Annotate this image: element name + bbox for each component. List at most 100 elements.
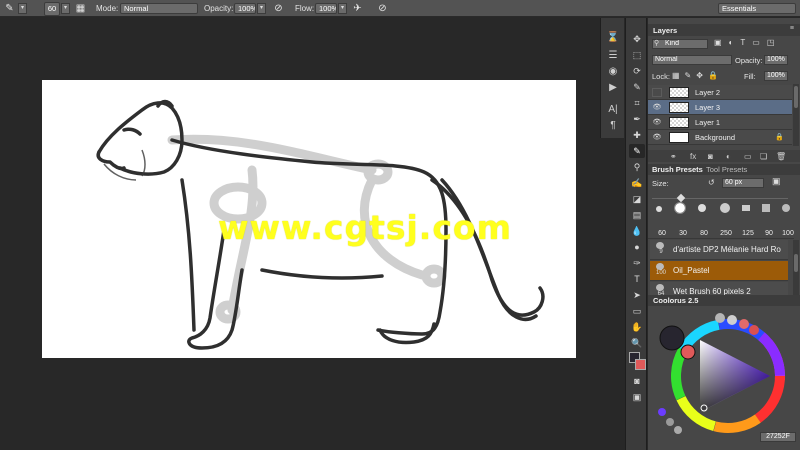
clone-stamp-tool-icon[interactable]: ⚲ bbox=[629, 160, 645, 174]
brush-panel-toggle-icon[interactable]: ▦ bbox=[74, 2, 87, 15]
layers-panel-header: Layers ≡ bbox=[648, 24, 800, 36]
brush-tip-size-label[interactable]: 30 bbox=[672, 230, 694, 237]
character-panel-icon[interactable]: A| bbox=[605, 102, 621, 117]
blur-tool-icon[interactable]: 💧 bbox=[629, 224, 645, 238]
new-layer-icon[interactable]: ❏ bbox=[760, 152, 767, 161]
group-icon[interactable]: ▭ bbox=[744, 152, 752, 161]
visibility-eye-icon[interactable]: 👁 bbox=[652, 133, 662, 142]
quick-select-tool-icon[interactable]: ✎ bbox=[629, 80, 645, 94]
mode-select[interactable]: Normal bbox=[120, 3, 198, 14]
tool-preset-dropdown[interactable]: ▾ bbox=[18, 3, 27, 14]
layers-tab[interactable]: Layers bbox=[653, 25, 677, 36]
brush-tool-icon[interactable]: ✎ bbox=[3, 2, 16, 15]
brush-size-picker[interactable]: 60 bbox=[44, 2, 60, 16]
brush-size-slider[interactable] bbox=[652, 191, 788, 203]
workspace-switcher[interactable]: Essentials bbox=[718, 3, 796, 14]
layer-row[interactable]: 👁 Layer 3 bbox=[648, 100, 792, 115]
layer-style-icon[interactable]: fx bbox=[690, 152, 696, 161]
brush-presets-tab[interactable]: Brush Presets bbox=[652, 164, 703, 175]
brush-tip-size-labels: 60 30 80 250 125 90 100 bbox=[648, 18, 800, 237]
layer-row[interactable]: Layer 2 bbox=[648, 85, 792, 100]
collapsed-panel-dock: ⌛ ☰ ◉ ▶ A| ¶ bbox=[600, 18, 624, 138]
new-preset-icon[interactable]: ▣ bbox=[772, 176, 786, 188]
eraser-tool-icon[interactable]: ◪ bbox=[629, 192, 645, 206]
layer-thumbnail bbox=[669, 132, 689, 143]
layer-name: Layer 3 bbox=[695, 103, 721, 112]
crop-tool-icon[interactable]: ⌗ bbox=[629, 96, 645, 110]
layer-filter-icons[interactable]: ▣◐T▭◳ bbox=[714, 38, 781, 47]
dodge-tool-icon[interactable]: ● bbox=[629, 240, 645, 254]
shape-tool-icon[interactable]: ▭ bbox=[629, 304, 645, 318]
tool-presets-tab[interactable]: Tool Presets bbox=[706, 164, 747, 175]
history-brush-tool-icon[interactable]: ✍ bbox=[629, 176, 645, 190]
opacity-input[interactable]: 100% bbox=[234, 3, 256, 14]
reset-size-icon[interactable]: ↺ bbox=[708, 178, 715, 187]
add-mask-icon[interactable]: ◙ bbox=[708, 152, 713, 161]
brush-preset-size: 9 bbox=[659, 249, 663, 255]
presets-scrollbar[interactable] bbox=[793, 240, 799, 302]
move-tool-icon[interactable]: ✥ bbox=[629, 32, 645, 46]
brush-tip-size-label[interactable]: 250 bbox=[715, 230, 737, 237]
brush-tip-previews bbox=[648, 200, 794, 228]
brush-picker-dropdown[interactable]: ▾ bbox=[61, 3, 70, 14]
color-wheel[interactable] bbox=[648, 308, 800, 450]
healing-tool-icon[interactable]: ✚ bbox=[629, 128, 645, 142]
pressure-size-icon[interactable]: ⊘ bbox=[376, 2, 389, 15]
brush-preset-item[interactable]: 9 d'artiste DP2 Mélanie Hard Ro bbox=[650, 240, 788, 260]
layers-scrollbar[interactable] bbox=[793, 84, 799, 146]
lock-options-icons[interactable]: ▦✎✥🔒 bbox=[672, 71, 723, 80]
layer-row[interactable]: 👁 Background 🔒 bbox=[648, 130, 792, 145]
link-layers-icon[interactable]: ⚭ bbox=[670, 152, 677, 161]
history-panel-icon[interactable]: ⌛ bbox=[605, 30, 621, 45]
lasso-tool-icon[interactable]: ⟳ bbox=[629, 64, 645, 78]
type-tool-icon[interactable]: T bbox=[629, 272, 645, 286]
mode-label: Mode: bbox=[96, 4, 119, 13]
marquee-tool-icon[interactable]: ⬚ bbox=[629, 48, 645, 62]
gradient-tool-icon[interactable]: ▤ bbox=[629, 208, 645, 222]
brush-tip-size-label[interactable]: 125 bbox=[737, 230, 759, 237]
hand-tool-icon[interactable]: ✋ bbox=[629, 320, 645, 334]
zoom-tool-icon[interactable]: 🔍 bbox=[629, 336, 645, 350]
background-color-swatch[interactable] bbox=[635, 359, 646, 370]
airbrush-icon[interactable]: ✈ bbox=[351, 2, 364, 15]
layer-opacity-input[interactable]: 100% bbox=[764, 55, 788, 65]
brush-tip-size-label[interactable]: 80 bbox=[693, 230, 715, 237]
panel-menu-icon[interactable]: ≡ bbox=[790, 25, 794, 32]
hex-input[interactable]: 27252F bbox=[760, 432, 796, 442]
fill-input[interactable]: 100% bbox=[764, 71, 788, 81]
properties-panel-icon[interactable]: ☰ bbox=[605, 48, 621, 63]
brush-size-input[interactable]: 60 px bbox=[722, 178, 764, 188]
brush-tip-size-label[interactable]: 100 bbox=[777, 230, 799, 237]
adjustments-panel-icon[interactable]: ◉ bbox=[605, 64, 621, 79]
blend-mode-select[interactable]: Normal bbox=[652, 55, 732, 65]
actions-panel-icon[interactable]: ▶ bbox=[605, 80, 621, 95]
brush-tip-thumbnail bbox=[656, 263, 664, 270]
opacity-dropdown[interactable]: ▾ bbox=[257, 3, 266, 14]
trash-icon[interactable]: 🗑 bbox=[776, 152, 786, 161]
brush-preset-item[interactable]: 100 Oil_Pastel bbox=[650, 261, 788, 281]
brush-tip-thumbnail bbox=[656, 284, 664, 291]
flow-dropdown[interactable]: ▾ bbox=[338, 3, 347, 14]
brush-panel-header: Brush Presets Tool Presets bbox=[648, 164, 800, 175]
visibility-eye-icon[interactable] bbox=[652, 88, 662, 97]
layer-row[interactable]: 👁 Layer 1 bbox=[648, 115, 792, 130]
brush-preset-size: 100 bbox=[655, 270, 666, 276]
visibility-eye-icon[interactable]: 👁 bbox=[652, 118, 662, 127]
layer-name: Layer 2 bbox=[695, 88, 721, 97]
quick-mask-icon[interactable]: ◙ bbox=[629, 374, 645, 388]
flow-input[interactable]: 100% bbox=[315, 3, 337, 14]
layers-footer: ⚭ fx ◙ ◐ ▭ ❏ 🗑 bbox=[648, 150, 800, 162]
visibility-eye-icon[interactable]: 👁 bbox=[652, 103, 662, 112]
eyedropper-tool-icon[interactable]: ✒ bbox=[629, 112, 645, 126]
screen-mode-icon[interactable]: ▣ bbox=[629, 390, 645, 404]
brush-tip-size-label[interactable]: 60 bbox=[651, 230, 673, 237]
coolorus-title: Coolorus 2.5 bbox=[653, 296, 699, 305]
pen-tool-icon[interactable]: ✑ bbox=[629, 256, 645, 270]
paragraph-panel-icon[interactable]: ¶ bbox=[605, 118, 621, 133]
adjustment-layer-icon[interactable]: ◐ bbox=[726, 152, 731, 161]
layer-filter-kind[interactable]: Kind bbox=[652, 39, 708, 49]
canvas[interactable]: www.cgtsj.com bbox=[42, 80, 576, 358]
pressure-opacity-icon[interactable]: ⊘ bbox=[272, 2, 285, 15]
brush-tool-icon[interactable]: ✎ bbox=[629, 144, 645, 158]
path-select-tool-icon[interactable]: ➤ bbox=[629, 288, 645, 302]
